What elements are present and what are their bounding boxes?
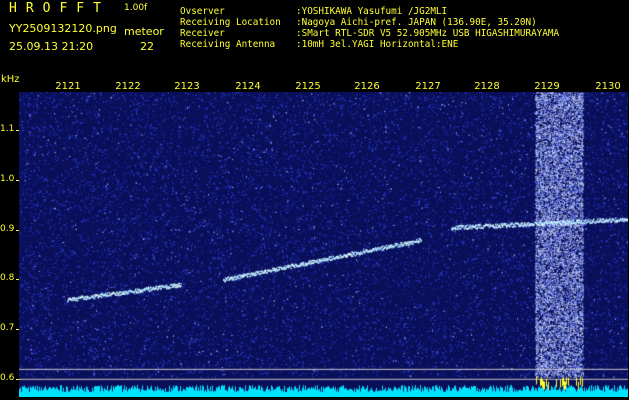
station-info: Ovserver :YOSHIKAWA Yasufumi /JG2MLI Rece… [180, 6, 559, 50]
time-label: 2123 [174, 81, 200, 92]
info-row-receiver: Receiver :SMart RTL-SDR V5 52.905MHz USB … [180, 28, 559, 39]
app-title: HROFFT [9, 1, 110, 16]
time-label: 2126 [354, 81, 380, 92]
info-label: Receiver [180, 28, 225, 39]
y-tick-label: 0.8 [0, 273, 15, 283]
time-label: 2129 [534, 81, 560, 92]
y-tick-label: 1.1 [0, 124, 15, 134]
spectrogram-canvas [19, 92, 628, 397]
time-label: 2124 [235, 81, 261, 92]
time-label: 2130 [595, 81, 621, 92]
app-version: 1.00f [124, 3, 148, 13]
time-label: 2125 [295, 81, 321, 92]
hrofft-window: HROFFT 1.00f YY2509132120.png 25.09.13 2… [0, 0, 629, 400]
info-value: :SMart RTL-SDR V5 52.905MHz USB HIGASHIM… [296, 28, 560, 39]
time-label: 2128 [474, 81, 500, 92]
info-value: :Nagoya Aichi-pref. JAPAN (136.90E, 35.2… [296, 17, 537, 28]
time-label: 2121 [55, 81, 81, 92]
info-row-location: Receiving Location :Nagoya Aichi-pref. JA… [180, 17, 559, 28]
info-value: :10mH 3el.YAGI Horizontal:ENE [296, 39, 459, 50]
spectrogram-plot [19, 92, 628, 397]
info-label: Receiving Antenna [180, 39, 276, 50]
y-tick-label: 0.9 [0, 224, 15, 234]
info-row-antenna: Receiving Antenna :10mH 3el.YAGI Horizont… [180, 39, 559, 50]
info-label: Receiving Location [180, 17, 281, 28]
time-label: 2122 [115, 81, 141, 92]
meteor-label: meteor [124, 25, 164, 38]
y-tick-label: 0.6 [0, 373, 15, 383]
meteor-count: 22 [140, 40, 154, 53]
y-tick-label: 1.0 [0, 174, 15, 184]
time-label: 2127 [415, 81, 441, 92]
capture-datetime: 25.09.13 21:20 [9, 40, 94, 53]
info-label: Ovserver [180, 6, 225, 17]
image-filename: YY2509132120.png [9, 22, 117, 35]
info-row-observer: Ovserver :YOSHIKAWA Yasufumi /JG2MLI [180, 6, 559, 17]
y-tick-label: 0.7 [0, 323, 15, 333]
y-axis-unit: kHz [1, 74, 20, 85]
info-value: :YOSHIKAWA Yasufumi /JG2MLI [296, 6, 448, 17]
